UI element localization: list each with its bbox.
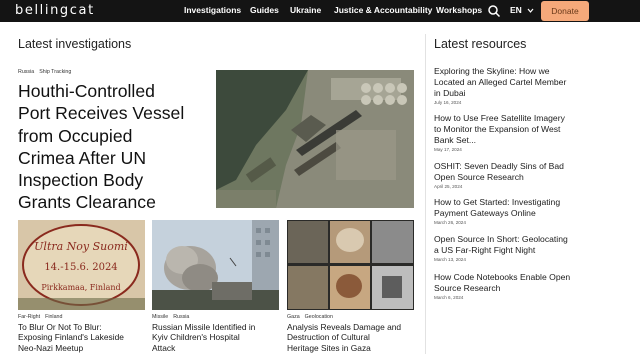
- featured-satellite-image[interactable]: [216, 70, 414, 208]
- resource-title[interactable]: Open Source In Short: Geolocating a US F…: [434, 234, 568, 256]
- column-divider: [425, 34, 426, 354]
- tag-link[interactable]: Ship Tracking: [39, 69, 71, 75]
- top-navigation: bellingcat Investigations Guides Ukraine…: [0, 0, 640, 22]
- tag-link[interactable]: Missile: [152, 314, 168, 320]
- resource-item[interactable]: OSHIT: Seven Deadly Sins of Bad Open Sou…: [434, 161, 564, 189]
- tag-link[interactable]: Russia: [173, 314, 189, 320]
- card-tags: Far-Right Finland: [18, 314, 62, 320]
- tag-link[interactable]: Gaza: [287, 314, 300, 320]
- resource-title[interactable]: How Code Notebooks Enable Open Source Re…: [434, 272, 570, 294]
- card-image-text: Pirkkamaa, Finland: [41, 283, 120, 292]
- card-image-finland[interactable]: Ultra Noy Suomi 14.-15.6. 2024 Pirkkamaa…: [18, 220, 145, 310]
- resource-item[interactable]: Open Source In Short: Geolocating a US F…: [434, 234, 568, 262]
- latest-resources-heading: Latest resources: [434, 37, 527, 51]
- card-image-text: 14.-15.6. 2024: [44, 262, 117, 273]
- resource-date: March 6, 2024: [434, 295, 464, 300]
- card-image-gaza[interactable]: [287, 220, 414, 310]
- nav-ukraine[interactable]: Ukraine: [290, 5, 321, 15]
- nav-guides[interactable]: Guides: [250, 5, 279, 15]
- site-logo[interactable]: bellingcat: [15, 3, 95, 18]
- resource-title[interactable]: How to Get Started: Investigating Paymen…: [434, 197, 560, 219]
- tag-link[interactable]: Far-Right: [18, 314, 40, 320]
- card-tags: Gaza Geolocation: [287, 314, 333, 320]
- card-title-finland[interactable]: To Blur Or Not To Blur: Exposing Finland…: [18, 322, 124, 353]
- resource-item[interactable]: How to Get Started: Investigating Paymen…: [434, 197, 560, 225]
- resource-title[interactable]: Exploring the Skyline: How we Located an…: [434, 66, 566, 99]
- latest-investigations-heading: Latest investigations: [18, 37, 132, 51]
- tag-link[interactable]: Finland: [45, 314, 62, 320]
- card-tags: Missile Russia: [152, 314, 189, 320]
- tag-link[interactable]: Geolocation: [305, 314, 333, 320]
- chevron-down-icon[interactable]: [527, 7, 534, 14]
- card-title-kyiv[interactable]: Russian Missile Identified in Kyiv Child…: [152, 322, 255, 353]
- resource-item[interactable]: How Code Notebooks Enable Open Source Re…: [434, 272, 570, 300]
- donate-button[interactable]: Donate: [541, 1, 589, 21]
- resource-item[interactable]: How to Use Free Satellite Imagery to Mon…: [434, 113, 565, 152]
- language-selector[interactable]: EN: [510, 5, 522, 15]
- card-title-gaza[interactable]: Analysis Reveals Damage and Destruction …: [287, 322, 401, 353]
- resource-item[interactable]: Exploring the Skyline: How we Located an…: [434, 66, 566, 105]
- card-image-text: Ultra Noy Suomi: [34, 240, 128, 253]
- resource-date: July 16, 2024: [434, 100, 462, 105]
- resource-title[interactable]: OSHIT: Seven Deadly Sins of Bad Open Sou…: [434, 161, 564, 183]
- nav-workshops[interactable]: Workshops: [436, 5, 482, 15]
- resource-title[interactable]: How to Use Free Satellite Imagery to Mon…: [434, 113, 565, 146]
- nav-justice-accountability[interactable]: Justice & Accountability: [334, 5, 432, 15]
- resource-date: March 13, 2024: [434, 257, 466, 262]
- tag-link[interactable]: Russia: [18, 69, 34, 75]
- nav-investigations[interactable]: Investigations: [184, 5, 241, 15]
- resource-date: May 17, 2024: [434, 147, 462, 152]
- featured-article-title[interactable]: Houthi-Controlled Port Receives Vessel f…: [18, 80, 208, 214]
- search-icon[interactable]: [487, 4, 501, 18]
- resource-date: April 25, 2024: [434, 184, 463, 189]
- resource-date: March 26, 2024: [434, 220, 466, 225]
- featured-tags: Russia Ship Tracking: [18, 69, 71, 75]
- card-image-kyiv[interactable]: [152, 220, 279, 310]
